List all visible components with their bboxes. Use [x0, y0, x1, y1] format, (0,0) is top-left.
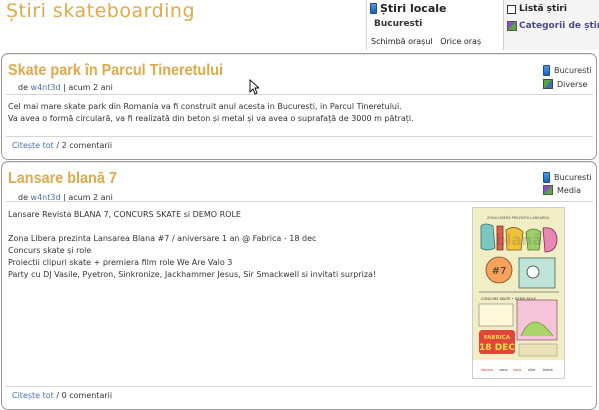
categories-icon	[507, 21, 517, 31]
sponsor-logo: fabrica	[481, 368, 493, 372]
category-icon	[543, 79, 553, 89]
sponsor-logo: vans	[499, 368, 507, 372]
body-line: Cel mai mare skate park din Romania va f…	[8, 102, 402, 111]
news-card: Skate park în Parcul Tineretului de w4nt…	[1, 53, 597, 160]
poster-top-line: ZONA LIBERĂ PREZINTĂ LANSAREA	[487, 215, 550, 220]
post-time: acum 2 ani	[68, 83, 113, 92]
news-list-link[interactable]: Listă știri	[507, 4, 567, 14]
any-city-link[interactable]: Orice oraș	[440, 37, 481, 46]
city-links: Schimbă orașul Orice oraș	[371, 37, 486, 46]
tag-city[interactable]: Bucuresti	[543, 172, 592, 183]
body-line: Va avea o formă circulară, va fi realiza…	[8, 114, 414, 123]
poster-issue: #7	[492, 266, 507, 277]
divider	[6, 94, 593, 95]
tag-category[interactable]: Diverse	[543, 79, 587, 89]
read-more-link[interactable]: Citește tot	[12, 391, 54, 400]
page-title: Știri skateboarding	[6, 0, 196, 22]
right-panel: Listă știri Categorii de știri	[503, 0, 599, 50]
read-more-link[interactable]: Citește tot	[12, 141, 54, 150]
news-footer: Citește tot / 2 comentarii	[12, 141, 113, 150]
poster-date: 18 DEC	[479, 343, 515, 353]
sponsor-logo: nike	[528, 368, 535, 372]
poster-artwork: ZONA LIBERĂ PREZINTĂ LANSAREA blană #7 C…	[473, 208, 564, 378]
author-link[interactable]: w4nt3d	[31, 83, 61, 92]
change-city-link[interactable]: Schimbă orașul	[371, 37, 433, 46]
divider	[6, 201, 593, 202]
body-line: Zona Libera prezinta Lansarea Blana #7 /…	[8, 234, 317, 243]
news-title[interactable]: Lansare blană 7	[8, 170, 117, 188]
sponsor-logo: blana	[543, 368, 553, 372]
poster-brand: blană	[496, 231, 543, 249]
by-label: de	[18, 83, 28, 92]
news-card: Lansare blană 7 de w4nt3d | acum 2 ani B…	[1, 161, 597, 410]
news-list-label: Listă știri	[519, 4, 567, 14]
media-icon	[543, 185, 553, 195]
selected-city: Bucuresti	[374, 19, 423, 29]
divider	[6, 136, 593, 137]
local-news-title: Știri locale	[380, 2, 447, 15]
comments-link[interactable]: 0 comentarii	[62, 391, 112, 400]
news-meta: de w4nt3d | acum 2 ani	[18, 83, 113, 92]
tag-city[interactable]: Bucuresti	[543, 65, 592, 76]
comments-link[interactable]: 2 comentarii	[62, 141, 112, 150]
phone-icon	[543, 65, 550, 76]
tag-label: Bucuresti	[554, 173, 592, 182]
body-line: Proiectii clipuri skate + premiera film …	[8, 258, 233, 267]
news-body: Lansare Revista BLANA 7, CONCURS SKATE s…	[8, 209, 376, 281]
news-categories-link[interactable]: Categorii de știri	[507, 21, 599, 31]
sponsor-logo: coca	[513, 368, 521, 372]
body-line: Party cu DJ Vasile, Pyetron, Sinkronize,…	[8, 270, 377, 279]
local-news-panel: Știri locale Bucuresti Schimbă orașul Or…	[366, 0, 503, 50]
tag-label: Diverse	[557, 79, 588, 89]
news-body: Cel mai mare skate park din Romania va f…	[8, 101, 414, 125]
local-news-header: Știri locale	[370, 2, 446, 15]
divider	[6, 386, 593, 387]
tag-category[interactable]: Media	[543, 185, 581, 195]
news-footer: Citește tot / 0 comentarii	[12, 391, 113, 400]
tag-label: Media	[557, 185, 582, 195]
phone-icon	[543, 172, 550, 183]
event-poster-image[interactable]: ZONA LIBERĂ PREZINTĂ LANSAREA blană #7 C…	[472, 207, 565, 379]
body-line	[8, 221, 376, 233]
body-line: Concurs skate și role	[8, 246, 92, 255]
poster-venue: FABRICA	[484, 335, 511, 341]
mouse-cursor-icon	[249, 79, 259, 95]
phone-icon	[370, 3, 377, 14]
tag-label: Bucuresti	[554, 66, 592, 75]
body-line: Lansare Revista BLANA 7, CONCURS SKATE s…	[8, 210, 241, 219]
news-categories-label: Categorii de știri	[519, 21, 599, 31]
list-icon	[507, 4, 516, 14]
news-title[interactable]: Skate park în Parcul Tineretului	[8, 62, 223, 80]
